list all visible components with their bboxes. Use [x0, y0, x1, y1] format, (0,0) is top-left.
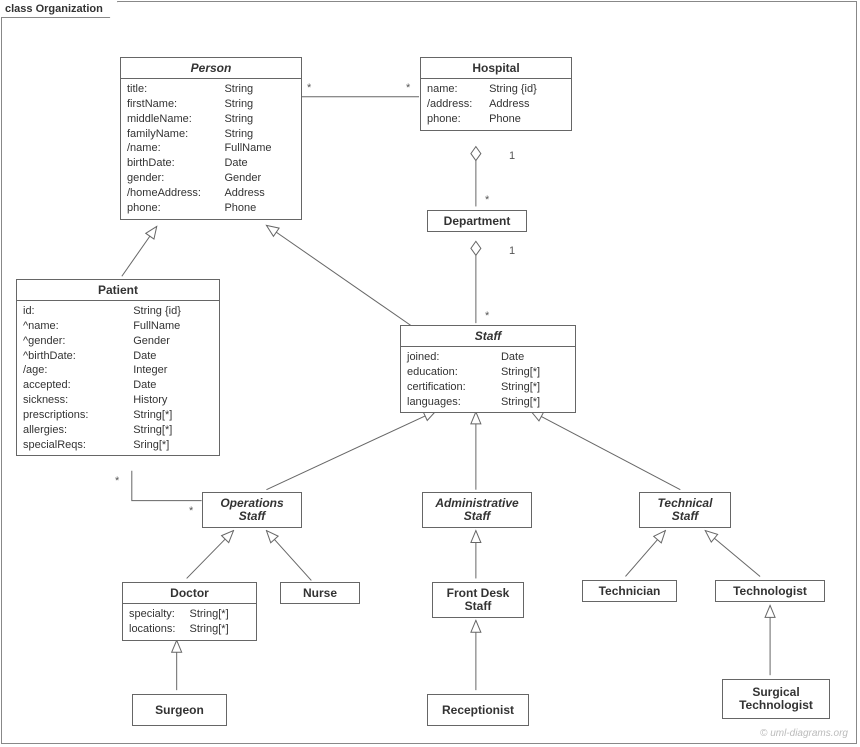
- mult-person-side: *: [307, 82, 311, 94]
- mult-hosp-dept-1: 1: [509, 150, 515, 162]
- mult-hospital-side: *: [406, 82, 410, 94]
- class-surgeon-title: Surgeon: [133, 695, 226, 725]
- class-person-title: Person: [121, 58, 301, 79]
- mult-dept-staff-star: *: [485, 310, 489, 322]
- class-technician: Technician: [582, 580, 677, 602]
- class-administrative-staff: Administrative Staff: [422, 492, 532, 528]
- class-doctor-body: specialty:String[*] locations:String[*]: [123, 604, 256, 640]
- class-person: Person title:String firstName:String mid…: [120, 57, 302, 220]
- class-receptionist: Receptionist: [427, 694, 529, 726]
- class-person-body: title:String firstName:String middleName…: [121, 79, 301, 219]
- class-administrative-staff-title: Administrative Staff: [423, 493, 531, 527]
- class-technical-staff-title: Technical Staff: [640, 493, 730, 527]
- class-front-desk-staff-title: Front Desk Staff: [433, 583, 523, 617]
- class-patient-body: id:String {id} ^name:FullName ^gender:Ge…: [17, 301, 219, 455]
- class-department: Department: [427, 210, 527, 232]
- class-receptionist-title: Receptionist: [428, 695, 528, 725]
- watermark: © uml-diagrams.org: [760, 728, 848, 739]
- class-surgical-technologist: Surgical Technologist: [722, 679, 830, 719]
- class-nurse: Nurse: [280, 582, 360, 604]
- class-hospital-body: name:String {id} /address:Address phone:…: [421, 79, 571, 130]
- class-technical-staff: Technical Staff: [639, 492, 731, 528]
- class-doctor-title: Doctor: [123, 583, 256, 604]
- class-hospital-title: Hospital: [421, 58, 571, 79]
- class-technologist-title: Technologist: [716, 581, 824, 601]
- class-doctor: Doctor specialty:String[*] locations:Str…: [122, 582, 257, 641]
- organization-frame: class Organization: [1, 1, 857, 744]
- class-technologist: Technologist: [715, 580, 825, 602]
- class-nurse-title: Nurse: [281, 583, 359, 603]
- class-staff-body: joined:Date education:String[*] certific…: [401, 347, 575, 412]
- mult-hosp-dept-star: *: [485, 194, 489, 206]
- class-hospital: Hospital name:String {id} /address:Addre…: [420, 57, 572, 131]
- class-operations-staff-title: Operations Staff: [203, 493, 301, 527]
- class-department-title: Department: [428, 211, 526, 231]
- class-patient-title: Patient: [17, 280, 219, 301]
- mult-patient-ops-o: *: [189, 505, 193, 517]
- class-surgeon: Surgeon: [132, 694, 227, 726]
- class-operations-staff: Operations Staff: [202, 492, 302, 528]
- class-surgical-technologist-title: Surgical Technologist: [723, 680, 829, 718]
- mult-patient-ops-p: *: [115, 475, 119, 487]
- frame-label: class Organization: [1, 1, 118, 18]
- mult-dept-staff-1: 1: [509, 245, 515, 257]
- class-front-desk-staff: Front Desk Staff: [432, 582, 524, 618]
- class-staff: Staff joined:Date education:String[*] ce…: [400, 325, 576, 413]
- class-technician-title: Technician: [583, 581, 676, 601]
- class-patient: Patient id:String {id} ^name:FullName ^g…: [16, 279, 220, 456]
- class-staff-title: Staff: [401, 326, 575, 347]
